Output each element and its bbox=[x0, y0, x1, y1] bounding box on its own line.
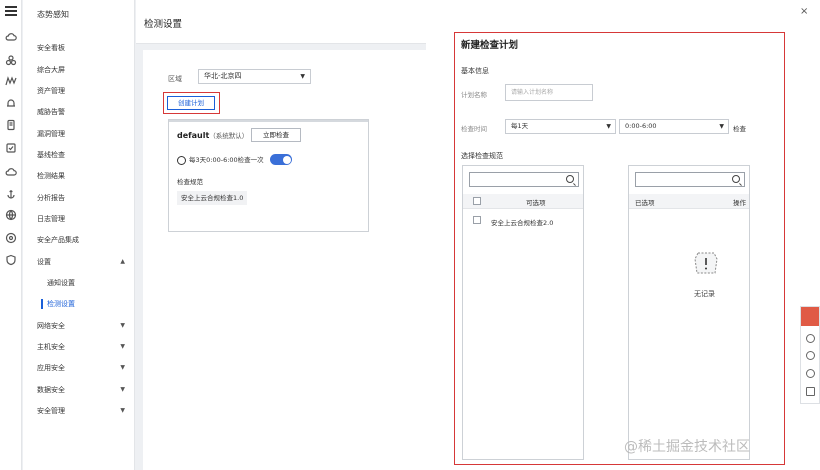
chevron-down-icon: ▼ bbox=[120, 322, 125, 329]
nav-item-data[interactable]: 数据安全 ▼ bbox=[37, 384, 133, 396]
service-icon[interactable] bbox=[806, 334, 815, 343]
nav-item-application[interactable]: 应用安全 ▼ bbox=[37, 362, 133, 374]
dialog-title: 新建检查计划 bbox=[461, 40, 519, 51]
caret-down-icon: ▼ bbox=[300, 73, 305, 80]
selected-header-label: 已选项 bbox=[635, 199, 655, 207]
feedback-icon[interactable] bbox=[801, 307, 819, 326]
plan-name: default（系统默认） bbox=[177, 131, 249, 140]
close-icon[interactable]: × bbox=[800, 6, 808, 17]
setting-icon[interactable] bbox=[5, 232, 17, 244]
empty-text: 无记录 bbox=[694, 290, 715, 298]
task-icon[interactable] bbox=[5, 142, 17, 154]
globe-icon[interactable] bbox=[5, 209, 17, 221]
cluster-icon[interactable] bbox=[5, 54, 17, 66]
nav-item-big-screen[interactable]: 综合大屏 bbox=[37, 64, 133, 76]
available-pane: 可选项 安全上云合规检查2.0 bbox=[462, 165, 584, 460]
document-icon[interactable] bbox=[5, 119, 17, 131]
check-now-button[interactable]: 立即检查 bbox=[251, 128, 301, 142]
available-search-input[interactable] bbox=[469, 172, 579, 187]
region-label: 区域 bbox=[168, 75, 182, 83]
floating-toolbar bbox=[800, 306, 820, 404]
selected-pane: 已选项 操作 bbox=[628, 165, 750, 460]
help-icon[interactable] bbox=[806, 369, 815, 378]
selected-header: 已选项 操作 bbox=[629, 194, 749, 209]
nav-item-vulnerabilities[interactable]: 漏洞管理 bbox=[37, 128, 133, 140]
nav-item-dashboard[interactable]: 安全看板 bbox=[37, 42, 133, 54]
plan-card: default（系统默认） 立即检查 每3天0:00-6:00检查一次 检查规范… bbox=[168, 119, 369, 232]
check-suffix: 检查 bbox=[733, 125, 746, 133]
chevron-down-icon: ▼ bbox=[120, 386, 125, 393]
basic-info-heading: 基本信息 bbox=[461, 67, 489, 75]
nav-sub-notification[interactable]: 通知设置 bbox=[47, 277, 75, 289]
spec-label: 检查规范 bbox=[177, 178, 203, 186]
watermark: @稀土掘金技术社区 bbox=[624, 439, 750, 455]
nav-item-host[interactable]: 主机安全 ▼ bbox=[37, 341, 133, 353]
check-time-label: 检查时间 bbox=[461, 125, 487, 133]
available-header: 可选项 bbox=[463, 194, 583, 209]
caret-down-icon: ▼ bbox=[606, 123, 611, 130]
caret-down-icon: ▼ bbox=[719, 123, 724, 130]
nav-item-assets[interactable]: 资产管理 bbox=[37, 85, 133, 97]
chart-icon[interactable] bbox=[5, 75, 17, 87]
chevron-up-icon: ▲ bbox=[120, 258, 125, 265]
nav-item-logs[interactable]: 日志管理 bbox=[37, 213, 133, 225]
cloud-icon[interactable] bbox=[5, 31, 17, 43]
create-plan-button[interactable]: 创建计划 bbox=[167, 96, 215, 110]
nav-item-integration[interactable]: 安全产品集成 bbox=[37, 234, 133, 246]
option-checkbox[interactable] bbox=[473, 216, 481, 224]
region-select[interactable]: 华北-北京四 ▼ bbox=[198, 69, 311, 84]
headset-icon[interactable] bbox=[806, 351, 815, 360]
clock-icon bbox=[177, 155, 186, 165]
plan-schedule: 每3天0:00-6:00检查一次 bbox=[177, 155, 264, 165]
icon-rail bbox=[0, 0, 22, 470]
select-all-checkbox[interactable] bbox=[473, 197, 481, 205]
alarm-icon[interactable] bbox=[5, 97, 17, 109]
nav-item-management[interactable]: 安全管理 ▼ bbox=[37, 405, 133, 417]
available-header-label: 可选项 bbox=[526, 199, 546, 207]
nav-item-threat-alerts[interactable]: 威胁告警 bbox=[37, 106, 133, 118]
spec-chip: 安全上云合规检查1.0 bbox=[177, 191, 248, 205]
plan-enable-toggle[interactable] bbox=[270, 154, 292, 165]
page-title: 检测设置 bbox=[144, 19, 183, 30]
selected-search-input[interactable] bbox=[635, 172, 745, 187]
edit-icon[interactable] bbox=[806, 387, 815, 396]
option-item[interactable]: 安全上云合规检查2.0 bbox=[491, 217, 553, 227]
brand-title: 态势感知 bbox=[37, 10, 69, 19]
search-icon bbox=[732, 175, 740, 183]
empty-box-icon bbox=[694, 252, 718, 274]
time-range-select[interactable]: 0:00-6:00 ▼ bbox=[619, 119, 729, 134]
action-header-label: 操作 bbox=[733, 199, 746, 207]
chevron-down-icon: ▼ bbox=[120, 343, 125, 350]
chevron-down-icon: ▼ bbox=[120, 364, 125, 371]
page-header: 检测设置 bbox=[136, 0, 426, 44]
plan-name-label: 计划名称 bbox=[461, 91, 487, 99]
cloud-check-icon[interactable] bbox=[5, 166, 17, 178]
spec-select-heading: 选择检查规范 bbox=[461, 152, 503, 160]
nav-sub-detection[interactable]: 检测设置 bbox=[41, 298, 75, 310]
menu-icon[interactable] bbox=[5, 6, 17, 16]
shield-icon[interactable] bbox=[5, 254, 17, 266]
chevron-down-icon: ▼ bbox=[120, 407, 125, 414]
nav-item-settings[interactable]: 设置 ▲ bbox=[37, 256, 133, 268]
frequency-select[interactable]: 每1天 ▼ bbox=[505, 119, 616, 134]
search-icon bbox=[566, 175, 574, 183]
nav-item-results[interactable]: 检测结果 bbox=[37, 170, 133, 182]
nav-item-reports[interactable]: 分析报告 bbox=[37, 192, 133, 204]
nav-item-network[interactable]: 网络安全 ▼ bbox=[37, 320, 133, 332]
anchor-icon[interactable] bbox=[5, 188, 17, 200]
plan-name-input[interactable]: 请输入计划名称 bbox=[505, 84, 593, 101]
nav-item-baseline[interactable]: 基线检查 bbox=[37, 149, 133, 161]
